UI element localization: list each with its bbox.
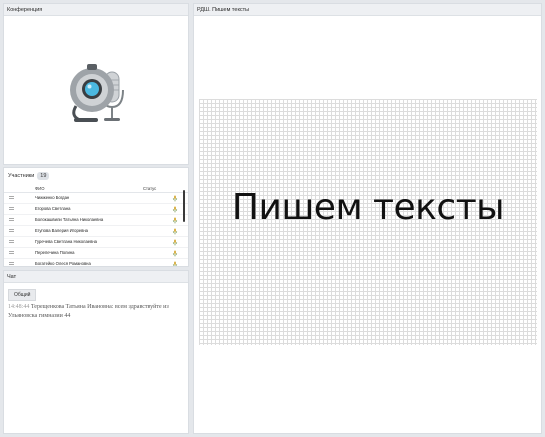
webcam-icon [70,64,124,122]
participant-name: Перепечина Полина [35,250,75,255]
chat-title: Чат [4,271,188,283]
participant-row[interactable]: Егорова Светлана [4,204,188,215]
column-header-status[interactable]: Статус [143,186,156,191]
drag-handle-icon[interactable] [9,218,14,221]
chat-tab-general[interactable]: Общий [8,289,37,301]
status-icon [172,250,178,256]
status-icon [172,217,178,223]
participants-panel: Участники 19 ФИО Статус Чижженко Богдан Е… [3,167,189,267]
participant-name: Богатейко Олеся Романовна [35,261,91,266]
chat-message: 14:48:44 Терещенкова Татьяна Ивановна: в… [4,301,188,322]
participant-name: Чижженко Богдан [35,195,70,200]
column-header-name[interactable]: ФИО [35,186,44,191]
participants-list: Чижженко Богдан Егорова Светлана Болокашви… [4,193,188,266]
chat-message-text: Терещенкова Татьяна Ивановна: всем здрав… [8,304,169,319]
chat-message-time: 14:48:44 [8,304,30,310]
participant-row[interactable]: Болокашвили Татьяна Николаевна [4,215,188,226]
conference-panel: Конференция [3,3,189,165]
participant-name: Егорова Светлана [35,206,71,211]
status-icon [172,228,178,234]
status-icon [172,206,178,212]
drag-handle-icon[interactable] [9,262,14,265]
whiteboard-title: РДШ. Пишем тексты [194,4,541,16]
participants-table-header: ФИО Статус [4,185,188,193]
participant-name: Болокашвили Татьяна Николаевна [35,217,104,222]
whiteboard-panel: РДШ. Пишем тексты Пишем тексты [193,3,542,434]
participant-name: Гуречева Светлана Николаевна [35,239,97,244]
whiteboard-text: Пишем тексты [231,187,505,228]
status-icon [172,195,178,201]
whiteboard-canvas[interactable]: Пишем тексты [199,99,537,345]
participant-name: Егупова Валерия Игоревна [35,228,88,233]
participants-scrollbar[interactable] [183,190,185,222]
participant-row[interactable]: Богатейко Олеся Романовна [4,259,188,266]
conference-title: Конференция [4,4,188,16]
participants-count-badge: 19 [37,172,50,180]
drag-handle-icon[interactable] [9,196,14,199]
drag-handle-icon[interactable] [9,207,14,210]
status-icon [172,239,178,245]
participant-row[interactable]: Гуречева Светлана Николаевна [4,237,188,248]
status-icon [172,261,178,266]
chat-panel: Чат Общий 14:48:44 Терещенкова Татьяна И… [3,270,189,434]
participant-row[interactable]: Перепечина Полина [4,248,188,259]
participant-row[interactable]: Егупова Валерия Игоревна [4,226,188,237]
drag-handle-icon[interactable] [9,251,14,254]
drag-handle-icon[interactable] [9,240,14,243]
drag-handle-icon[interactable] [9,229,14,232]
participants-title: Участники [8,173,35,179]
participant-row[interactable]: Чижженко Богдан [4,193,188,204]
